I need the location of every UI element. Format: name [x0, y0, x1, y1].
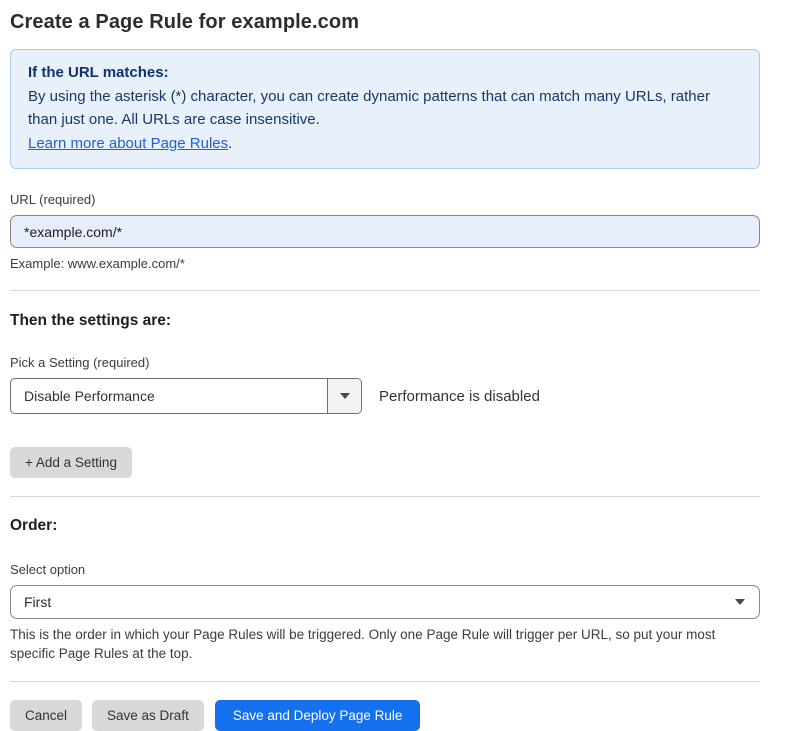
order-select[interactable]: First [10, 585, 760, 619]
cancel-button[interactable]: Cancel [10, 700, 82, 731]
learn-more-link[interactable]: Learn more about Page Rules [28, 135, 228, 152]
page-title: Create a Page Rule for example.com [10, 11, 760, 34]
setting-row: Disable Performance Performance is disab… [10, 378, 760, 414]
order-select-value: First [24, 594, 735, 610]
order-section-heading: Order: [10, 517, 760, 535]
footer-actions: Cancel Save as Draft Save and Deploy Pag… [10, 700, 760, 731]
link-period: . [228, 135, 232, 152]
info-box-body-text: By using the asterisk (*) character, you… [28, 88, 710, 129]
order-help-text: This is the order in which your Page Rul… [10, 625, 754, 663]
chevron-down-icon [340, 393, 350, 399]
divider [10, 290, 760, 291]
settings-section-heading: Then the settings are: [10, 312, 760, 330]
url-input[interactable] [10, 215, 760, 248]
pick-setting-label: Pick a Setting (required) [10, 355, 760, 370]
info-box-body: By using the asterisk (*) character, you… [28, 85, 742, 156]
setting-select[interactable]: Disable Performance [10, 378, 362, 414]
setting-status-text: Performance is disabled [379, 388, 540, 405]
order-select-label: Select option [10, 562, 760, 577]
create-page-rule-form: Create a Page Rule for example.com If th… [10, 0, 760, 731]
divider [10, 496, 760, 497]
info-box-heading: If the URL matches: [28, 61, 742, 85]
chevron-down-icon [735, 599, 745, 605]
url-field-label: URL (required) [10, 192, 760, 207]
setting-select-arrow-button[interactable] [327, 379, 361, 413]
url-example-text: Example: www.example.com/* [10, 256, 760, 271]
add-setting-button[interactable]: + Add a Setting [10, 447, 132, 478]
divider [10, 681, 760, 682]
url-matches-info-box: If the URL matches: By using the asteris… [10, 49, 760, 169]
save-as-draft-button[interactable]: Save as Draft [92, 700, 204, 731]
setting-select-value: Disable Performance [11, 379, 327, 413]
save-and-deploy-button[interactable]: Save and Deploy Page Rule [215, 700, 421, 731]
